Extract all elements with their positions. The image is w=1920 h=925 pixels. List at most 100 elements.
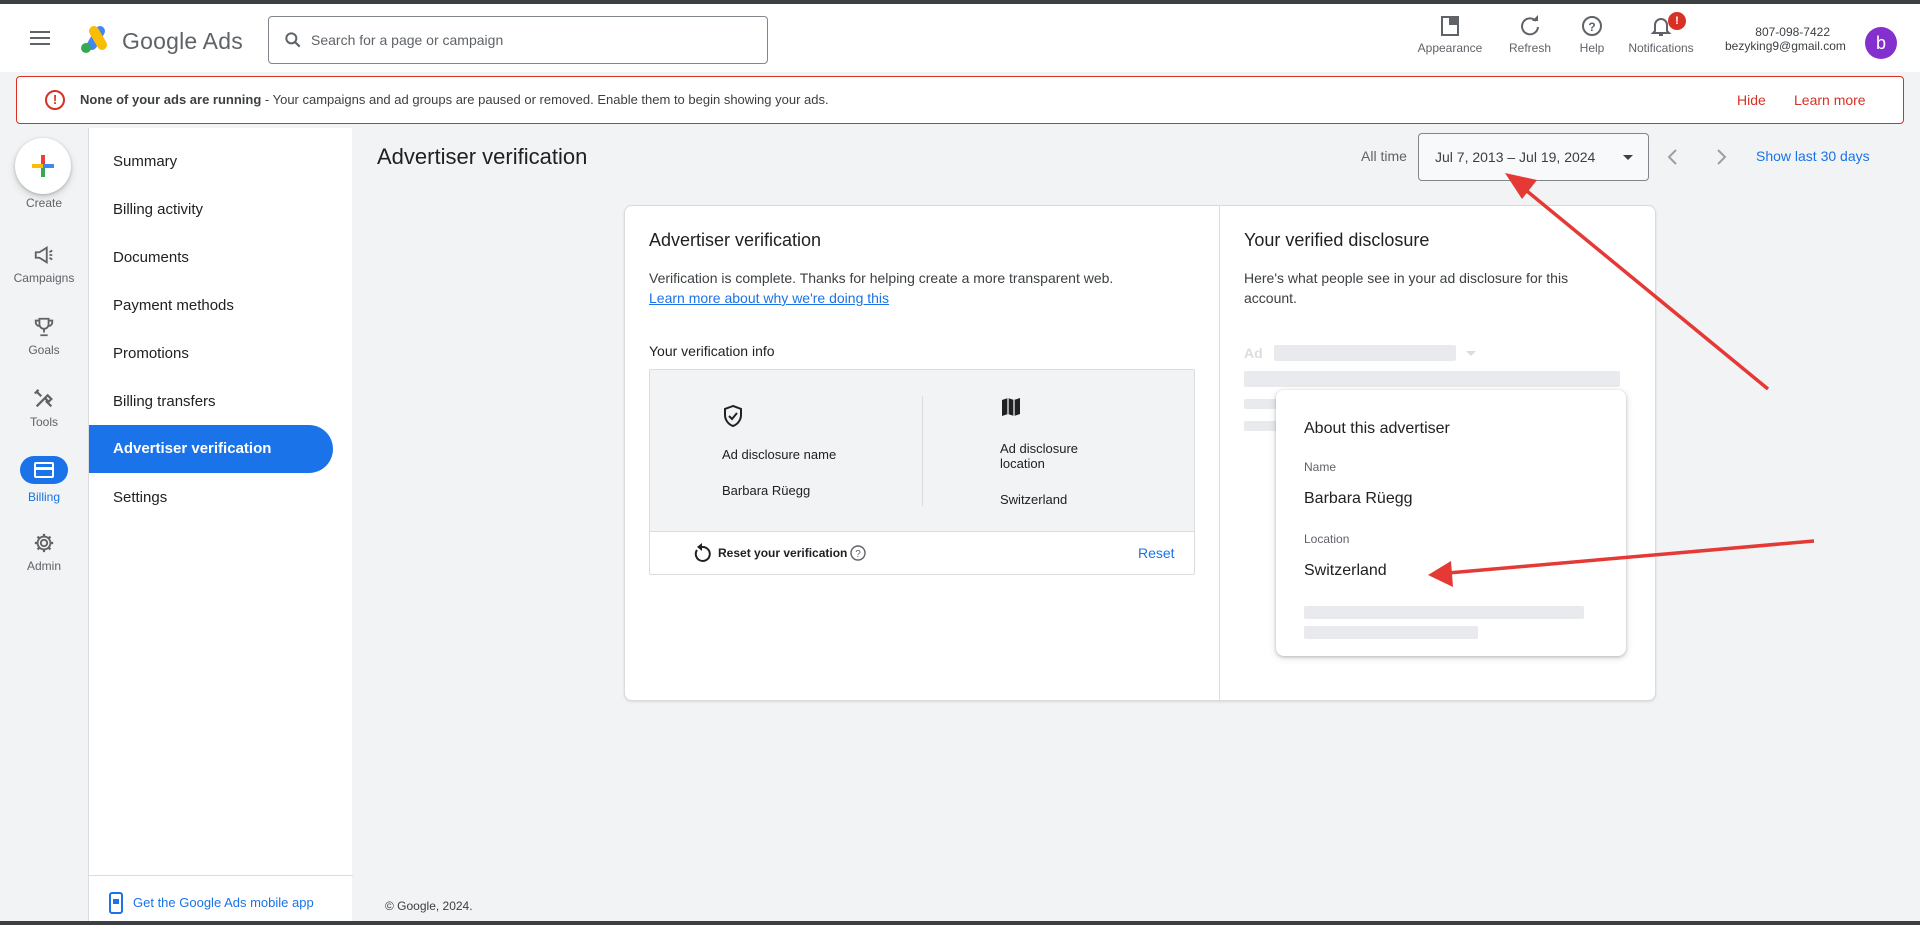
appearance-label: Appearance (1417, 41, 1483, 55)
ad-preview-caret-icon (1466, 351, 1476, 356)
subnav-item-promotions[interactable]: Promotions (89, 330, 333, 378)
subnav-item-documents[interactable]: Documents (89, 234, 333, 282)
svg-text:?: ? (1588, 20, 1595, 34)
notifications-label: Notifications (1628, 41, 1694, 55)
verified-disclosure-description-line1: Here's what people see in your ad disclo… (1244, 270, 1569, 286)
alert-bold-text: None of your ads are running (80, 92, 262, 107)
about-advertiser-title: About this advertiser (1304, 420, 1450, 437)
subnav-item-settings[interactable]: Settings (89, 474, 333, 522)
refresh-label: Refresh (1508, 41, 1552, 55)
advertiser-placeholder-line (1304, 626, 1478, 639)
info-column-divider (922, 396, 923, 506)
search-box[interactable] (268, 16, 768, 64)
advertiser-name-value: Barbara Rüegg (1304, 490, 1413, 507)
search-icon (285, 32, 301, 48)
rail-item-tools[interactable]: Tools (0, 388, 88, 429)
rail-campaigns-label: Campaigns (13, 271, 75, 285)
verification-card: Advertiser verification Verification is … (624, 205, 1656, 701)
rail-billing-label: Billing (27, 490, 60, 504)
account-info[interactable]: 807-098-7422 bezyking9@gmail.com (1725, 25, 1885, 53)
appearance-button[interactable]: Appearance (1414, 14, 1486, 55)
brand-name: Google Ads (122, 28, 243, 54)
refresh-button[interactable]: Refresh (1500, 14, 1560, 55)
verification-info-box: Ad disclosure name Barbara Rüegg Ad disc… (649, 369, 1195, 575)
rail-create-label: Create (25, 196, 63, 210)
create-button[interactable] (15, 138, 71, 194)
rail-item-admin[interactable]: Admin (0, 532, 88, 573)
alert-message: None of your ads are running - Your camp… (80, 92, 829, 107)
reset-verification-label: Reset your verification (718, 546, 848, 560)
page-title: Advertiser verification (377, 144, 588, 169)
reset-verification-button[interactable]: Reset (1138, 545, 1175, 561)
ad-preview-placeholder-bar (1274, 345, 1456, 361)
notifications-button[interactable]: ! Notifications (1622, 12, 1700, 55)
mobile-app-link[interactable]: Get the Google Ads mobile app (109, 892, 349, 915)
advertiser-location-value: Switzerland (1304, 562, 1387, 579)
refresh-icon (1521, 15, 1539, 36)
subnav-item-advertiser-verification[interactable]: Advertiser verification (89, 425, 333, 473)
date-range-picker[interactable]: Jul 7, 2013 – Jul 19, 2024 (1418, 133, 1649, 181)
verified-disclosure-title: Your verified disclosure (1244, 230, 1430, 250)
next-period-icon[interactable] (1713, 148, 1729, 166)
billing-card-icon (34, 462, 54, 478)
avatar[interactable]: b (1865, 27, 1897, 59)
appearance-icon (1441, 16, 1459, 36)
search-input[interactable] (311, 29, 751, 51)
dropdown-arrow-icon (1623, 155, 1633, 160)
verified-disclosure-description: Here's what people see in your ad disclo… (1244, 268, 1644, 308)
ad-preview-label: Ad (1244, 345, 1263, 361)
subnav-item-summary[interactable]: Summary (89, 138, 333, 186)
map-icon (1002, 398, 1020, 416)
ad-disclosure-location-label-line2: location (1000, 456, 1045, 471)
plus-bar-icon (32, 164, 54, 168)
rail-item-goals[interactable]: Goals (0, 316, 88, 357)
verified-shield-icon (724, 404, 742, 428)
previous-period-icon[interactable] (1665, 148, 1681, 166)
verification-description-text: Verification is complete. Thanks for hel… (649, 270, 1114, 286)
subnav-item-payment-methods[interactable]: Payment methods (89, 282, 333, 330)
google-ads-logo-icon (81, 26, 107, 53)
mobile-app-label: Get the Google Ads mobile app (133, 895, 314, 910)
advertiser-name-label: Name (1304, 460, 1337, 474)
verification-info-title: Your verification info (649, 343, 775, 359)
advertiser-location-label: Location (1304, 532, 1350, 546)
verification-info-details: Ad disclosure name Barbara Rüegg Ad disc… (650, 370, 1194, 532)
phone-icon (109, 892, 123, 914)
rail-admin-label: Admin (26, 559, 61, 573)
help-button[interactable]: ? Help (1572, 14, 1612, 55)
help-label: Help (1579, 41, 1605, 55)
rail-goals-label: Goals (28, 343, 60, 357)
advertiser-placeholder-line (1304, 606, 1584, 619)
show-last-30-days-button[interactable]: Show last 30 days (1756, 148, 1870, 164)
reset-icon (694, 543, 711, 562)
about-advertiser-card: About this advertiser Name Barbara Rüegg… (1276, 390, 1626, 656)
gear-icon (34, 533, 54, 553)
verified-disclosure-section: Your verified disclosure Here's what peo… (1220, 206, 1656, 700)
megaphone-icon (34, 246, 53, 264)
learn-more-why-link[interactable]: Learn more about why we're doing this (649, 288, 1189, 308)
rail-item-campaigns[interactable]: Campaigns (0, 244, 88, 285)
rail-tools-label: Tools (29, 415, 58, 429)
all-time-label: All time (1361, 148, 1407, 164)
account-phone: 807-098-7422 (1755, 25, 1830, 39)
help-circle-icon[interactable]: ? (850, 545, 866, 561)
ad-disclosure-location-label: Ad disclosure location (1000, 441, 1078, 471)
alert-hide-button[interactable]: Hide (1737, 92, 1766, 108)
alert-detail-text: - Your campaigns and ad groups are pause… (261, 92, 829, 107)
ad-disclosure-name-value: Barbara Rüegg (722, 483, 811, 498)
subnav-item-billing-transfers[interactable]: Billing transfers (89, 378, 333, 426)
ad-disclosure-location-value: Switzerland (1000, 492, 1068, 507)
rail-item-billing[interactable]: Billing (0, 456, 88, 504)
reset-verification-row: Reset your verification ? Reset (650, 532, 1194, 574)
ads-not-running-alert: ! None of your ads are running - Your ca… (16, 76, 1904, 124)
top-bar: Google Ads Appearance Refresh ? Help ! N… (0, 4, 1920, 72)
main-menu-button[interactable] (30, 30, 52, 46)
verification-title: Advertiser verification (649, 230, 822, 250)
subnav-item-billing-activity[interactable]: Billing activity (89, 186, 333, 234)
error-icon: ! (45, 90, 65, 110)
trophy-icon (34, 317, 54, 337)
tools-icon (34, 389, 53, 408)
subnav-divider (89, 875, 353, 876)
ad-preview-placeholder-line (1244, 371, 1620, 387)
alert-learn-more-link[interactable]: Learn more (1794, 92, 1866, 108)
